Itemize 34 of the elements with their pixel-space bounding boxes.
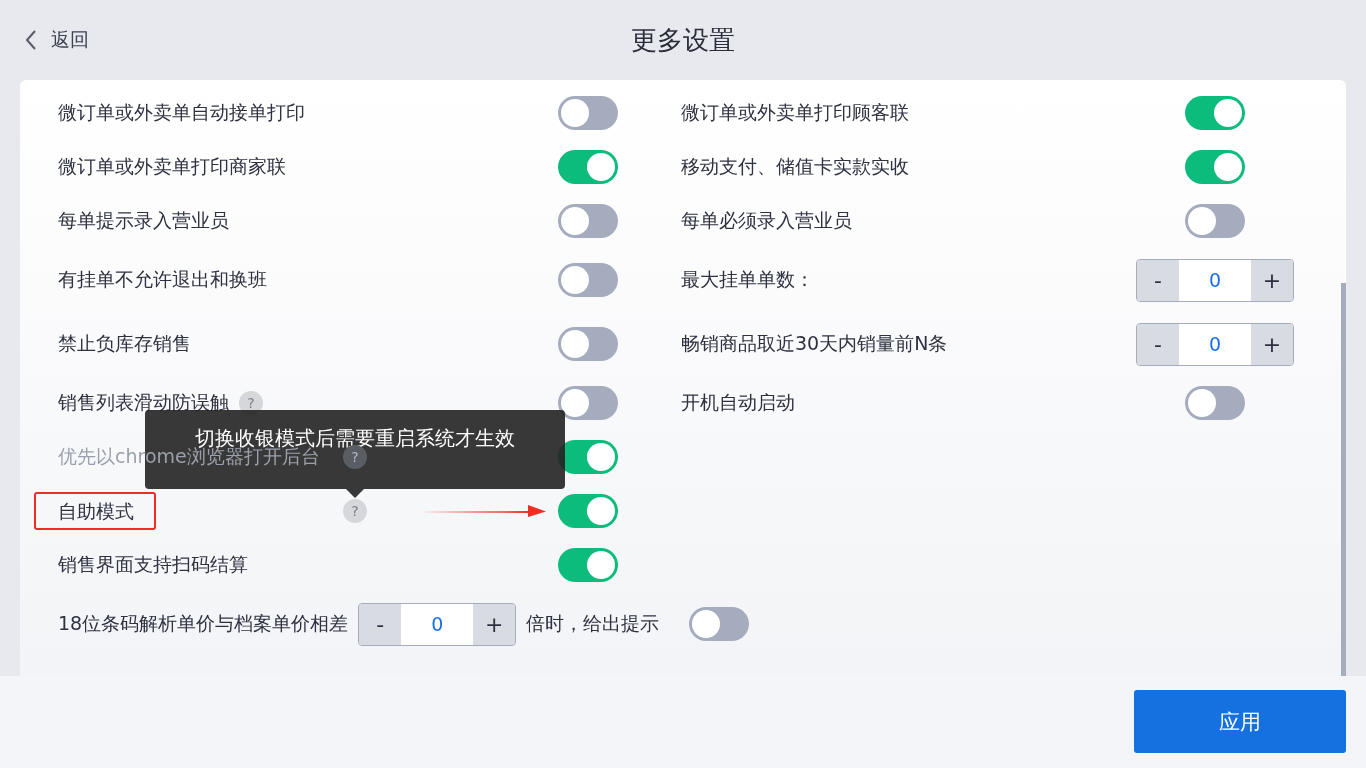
toggle-switch[interactable] [558, 386, 618, 420]
setting-label: 微订单或外卖单打印顾客联 [681, 100, 909, 125]
toggle-switch[interactable] [558, 204, 618, 238]
toggle-switch[interactable] [1185, 204, 1245, 238]
page-title: 更多设置 [631, 23, 735, 57]
setting-label: 自助模式 [34, 492, 156, 530]
setting-label: 18位条码解析单价与档案单价相差 [58, 611, 349, 636]
scrollbar[interactable] [1341, 283, 1346, 676]
toggle-switch[interactable] [558, 327, 618, 361]
toggle-switch[interactable] [689, 607, 750, 641]
setting-label: 开机自动启动 [681, 390, 795, 415]
toggle-switch[interactable] [558, 150, 618, 184]
toggle-switch[interactable] [558, 96, 618, 130]
back-icon [25, 29, 37, 51]
setting-label: 有挂单不允许退出和换班 [58, 267, 267, 292]
toggle-switch[interactable] [558, 263, 618, 297]
toggle-switch[interactable] [558, 494, 618, 528]
setting-label: 每单必须录入营业员 [681, 208, 852, 233]
setting-label: 禁止负库存销售 [58, 331, 191, 356]
setting-label: 销售界面支持扫码结算 [58, 552, 248, 577]
setting-label: 最大挂单单数： [681, 267, 814, 292]
setting-label: 销售列表滑动防误触 [58, 390, 229, 415]
setting-label: 移动支付、储值卡实款实收 [681, 154, 909, 179]
setting-label: 微订单或外卖单打印商家联 [58, 154, 286, 179]
toggle-switch[interactable] [1185, 150, 1245, 184]
toggle-switch[interactable] [1185, 96, 1245, 130]
apply-button[interactable]: 应用 [1134, 690, 1346, 753]
toggle-switch[interactable] [1185, 386, 1245, 420]
back-link[interactable]: 返回 [25, 27, 89, 53]
setting-label: 每单提示录入营业员 [58, 208, 229, 233]
setting-label: 倍时，给出提示 [526, 611, 660, 636]
setting-label: 微订单或外卖单自动接单打印 [58, 100, 305, 125]
toggle-switch[interactable] [558, 548, 618, 582]
setting-label: 畅销商品取近30天内销量前N条 [681, 331, 948, 356]
